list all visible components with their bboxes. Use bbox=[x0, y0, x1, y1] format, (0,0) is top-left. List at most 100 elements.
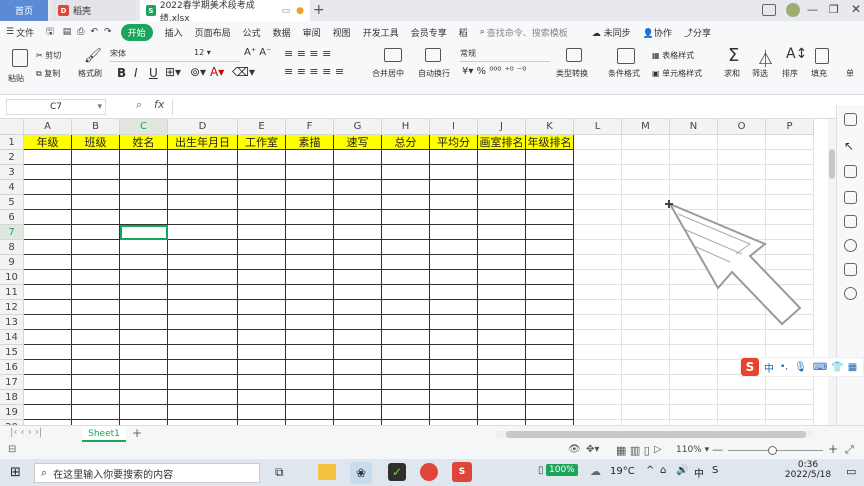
paste-icon[interactable] bbox=[12, 49, 28, 67]
row-header[interactable]: 12 bbox=[0, 300, 24, 315]
new-tab-button[interactable]: + bbox=[313, 2, 325, 18]
header-cell[interactable]: 速写 bbox=[334, 135, 382, 150]
share-panel-icon[interactable] bbox=[844, 287, 857, 300]
table-cell[interactable] bbox=[238, 195, 286, 210]
column-header[interactable]: I bbox=[430, 119, 478, 135]
row-header[interactable]: 19 bbox=[0, 405, 24, 420]
collaborate-button[interactable]: 👤协作 bbox=[643, 26, 672, 39]
row-header[interactable]: 13 bbox=[0, 315, 24, 330]
number-format-select[interactable]: 常规 bbox=[460, 48, 550, 62]
table-cell[interactable] bbox=[382, 300, 430, 315]
format-painter-button[interactable]: 格式刷 bbox=[78, 68, 102, 79]
table-cell[interactable] bbox=[120, 405, 168, 420]
table-cell[interactable] bbox=[286, 285, 334, 300]
table-cell[interactable] bbox=[478, 375, 526, 390]
table-cell[interactable] bbox=[334, 285, 382, 300]
table-cell[interactable] bbox=[24, 285, 72, 300]
table-cell[interactable] bbox=[574, 360, 622, 375]
table-cell[interactable] bbox=[120, 270, 168, 285]
table-cell[interactable] bbox=[334, 270, 382, 285]
battery-indicator[interactable]: 100% bbox=[546, 464, 578, 476]
redo-icon[interactable]: ↷ bbox=[104, 27, 112, 37]
table-cell[interactable] bbox=[168, 240, 238, 255]
wps-taskbar-icon[interactable]: S bbox=[452, 462, 472, 482]
backup-panel-icon[interactable] bbox=[844, 215, 857, 228]
table-cell[interactable] bbox=[574, 180, 622, 195]
share-button[interactable]: ⤴分享 bbox=[684, 26, 711, 39]
table-cell[interactable] bbox=[526, 165, 574, 180]
layout-icon[interactable] bbox=[762, 4, 776, 16]
table-cell[interactable] bbox=[334, 195, 382, 210]
table-cell[interactable] bbox=[526, 180, 574, 195]
table-cell[interactable] bbox=[24, 375, 72, 390]
fx-icon[interactable]: fx bbox=[154, 98, 164, 111]
table-cell[interactable] bbox=[526, 225, 574, 240]
table-cell[interactable] bbox=[622, 165, 670, 180]
table-cell[interactable] bbox=[238, 345, 286, 360]
table-cell[interactable] bbox=[238, 150, 286, 165]
table-cell[interactable] bbox=[574, 225, 622, 240]
table-cell[interactable] bbox=[286, 165, 334, 180]
table-cell[interactable] bbox=[430, 345, 478, 360]
column-header[interactable]: G bbox=[334, 119, 382, 135]
table-style-button[interactable]: ▦ 表格样式 bbox=[652, 50, 694, 61]
table-cell[interactable] bbox=[478, 270, 526, 285]
type-convert-button[interactable]: 类型转换 bbox=[556, 68, 588, 79]
type-convert-icon[interactable] bbox=[566, 48, 582, 62]
table-cell[interactable] bbox=[168, 210, 238, 225]
table-cell[interactable] bbox=[168, 405, 238, 420]
sort-button[interactable]: 排序 bbox=[782, 68, 798, 79]
table-cell[interactable] bbox=[334, 375, 382, 390]
table-cell[interactable] bbox=[526, 150, 574, 165]
table-cell[interactable] bbox=[430, 240, 478, 255]
filter-icon[interactable]: ⏃ bbox=[757, 45, 774, 70]
table-cell[interactable] bbox=[574, 195, 622, 210]
tray-phone-icon[interactable]: ▯ bbox=[538, 465, 544, 476]
format-painter-icon[interactable]: 🖌 bbox=[84, 48, 102, 64]
table-cell[interactable] bbox=[334, 150, 382, 165]
restore-window-icon[interactable]: ❐ bbox=[829, 3, 839, 16]
tab-restore-icon[interactable]: ▭ bbox=[282, 6, 291, 16]
volume-icon[interactable]: 🔊 bbox=[676, 465, 688, 476]
minimize-icon[interactable]: — bbox=[807, 3, 818, 16]
table-cell[interactable] bbox=[72, 285, 120, 300]
ime-icon[interactable]: S bbox=[712, 465, 718, 476]
row-header[interactable]: 8 bbox=[0, 240, 24, 255]
table-cell[interactable] bbox=[286, 210, 334, 225]
table-cell[interactable] bbox=[168, 375, 238, 390]
windows-start-icon[interactable]: ⊞ bbox=[10, 465, 21, 480]
table-cell[interactable] bbox=[24, 150, 72, 165]
table-cell[interactable] bbox=[120, 390, 168, 405]
table-cell[interactable] bbox=[168, 180, 238, 195]
sheet-nav-icons[interactable]: |‹ ‹ › ›| bbox=[10, 427, 42, 438]
tab-insert[interactable]: 插入 bbox=[165, 26, 183, 39]
ime-keyboard-icon[interactable]: ⌨ bbox=[813, 362, 827, 373]
table-cell[interactable] bbox=[574, 345, 622, 360]
filter-button[interactable]: 筛选 bbox=[752, 68, 768, 79]
table-cell[interactable] bbox=[238, 330, 286, 345]
reading-mode-icon[interactable]: ▷ bbox=[654, 444, 662, 455]
tray-expand-icon[interactable]: ^ bbox=[646, 465, 654, 476]
font-size-select[interactable]: 12 ▾ bbox=[194, 48, 238, 62]
column-header[interactable]: K bbox=[526, 119, 574, 135]
table-cell[interactable] bbox=[72, 180, 120, 195]
table-cell[interactable] bbox=[574, 375, 622, 390]
table-cell[interactable] bbox=[622, 375, 670, 390]
add-sheet-button[interactable]: + bbox=[132, 426, 142, 440]
table-cell[interactable] bbox=[478, 390, 526, 405]
table-cell[interactable] bbox=[574, 255, 622, 270]
cursor-panel-icon[interactable]: ↖ bbox=[844, 139, 857, 153]
table-cell[interactable] bbox=[430, 285, 478, 300]
table-cell[interactable] bbox=[382, 315, 430, 330]
table-cell[interactable] bbox=[430, 375, 478, 390]
table-cell[interactable] bbox=[766, 150, 814, 165]
macro-icon[interactable]: ⊟ bbox=[8, 444, 16, 455]
notification-icon[interactable]: ▭ bbox=[846, 465, 856, 478]
table-cell[interactable] bbox=[430, 360, 478, 375]
eye-protection-icon[interactable]: 👁 bbox=[568, 444, 581, 455]
table-cell[interactable] bbox=[718, 135, 766, 150]
fill-icon[interactable] bbox=[815, 48, 829, 64]
table-cell[interactable] bbox=[718, 165, 766, 180]
column-header[interactable]: P bbox=[766, 119, 814, 135]
table-cell[interactable] bbox=[24, 345, 72, 360]
